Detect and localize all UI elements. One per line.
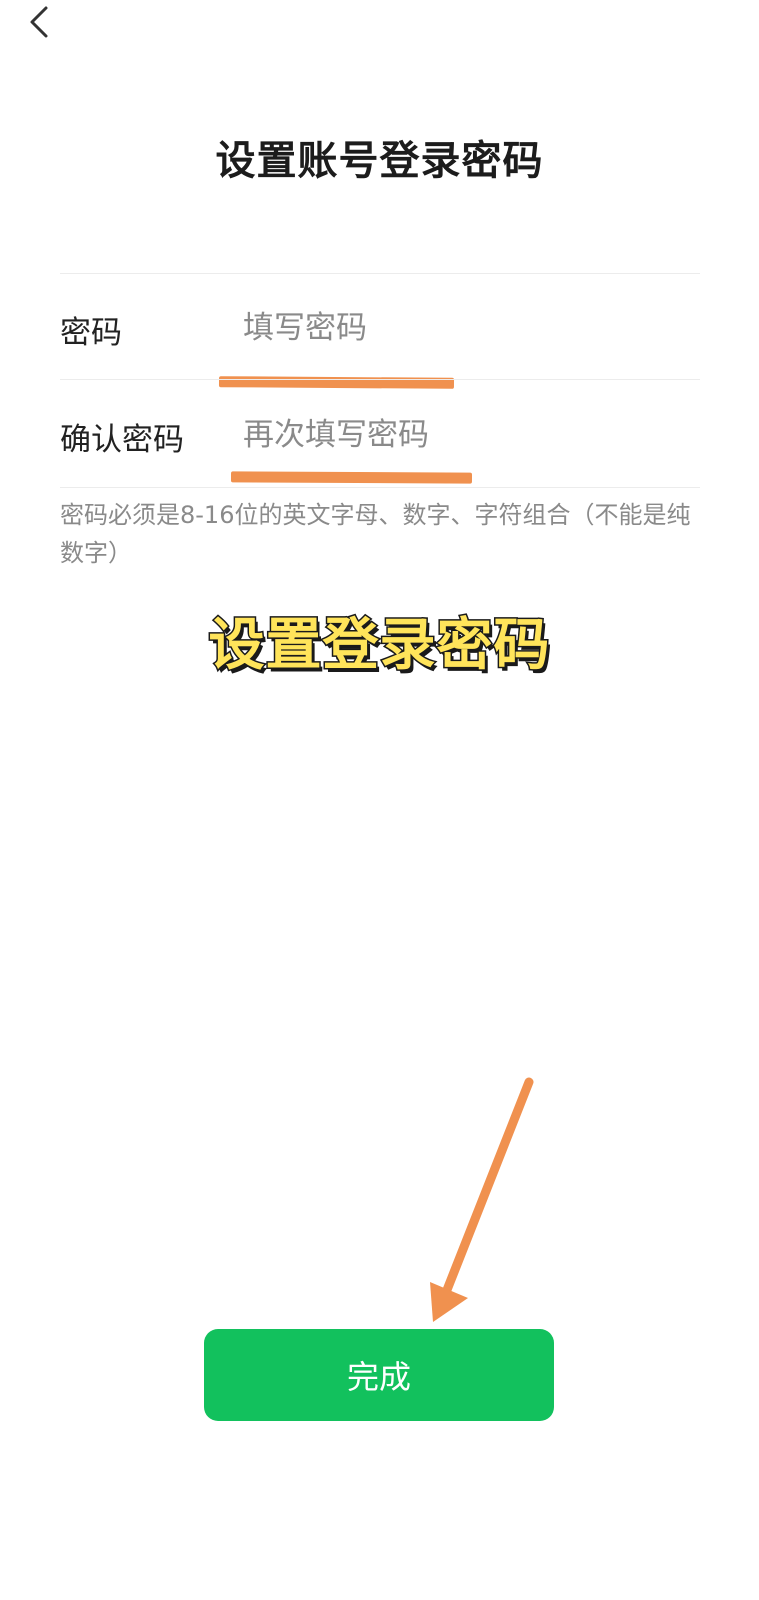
password-rules-hint: 密码必须是8-16位的英文字母、数字、字符组合（不能是纯数字） [60,501,691,567]
page-title: 设置账号登录密码 [215,138,544,184]
form-middle-divider [60,379,700,380]
done-button[interactable]: 完成 [204,1329,554,1421]
chevron-left-icon [30,6,48,38]
confirm-password-label: 确认密码 [60,422,184,458]
password-label: 密码 [60,315,122,351]
password-input[interactable] [243,306,683,350]
form-bottom-divider [60,487,700,488]
form-top-divider [60,273,700,274]
confirm-password-input[interactable] [243,413,683,457]
annotation-caption: 设置登录密码 [207,612,551,680]
confirm-password-highlight-mark [230,471,473,484]
back-button[interactable] [22,2,58,42]
